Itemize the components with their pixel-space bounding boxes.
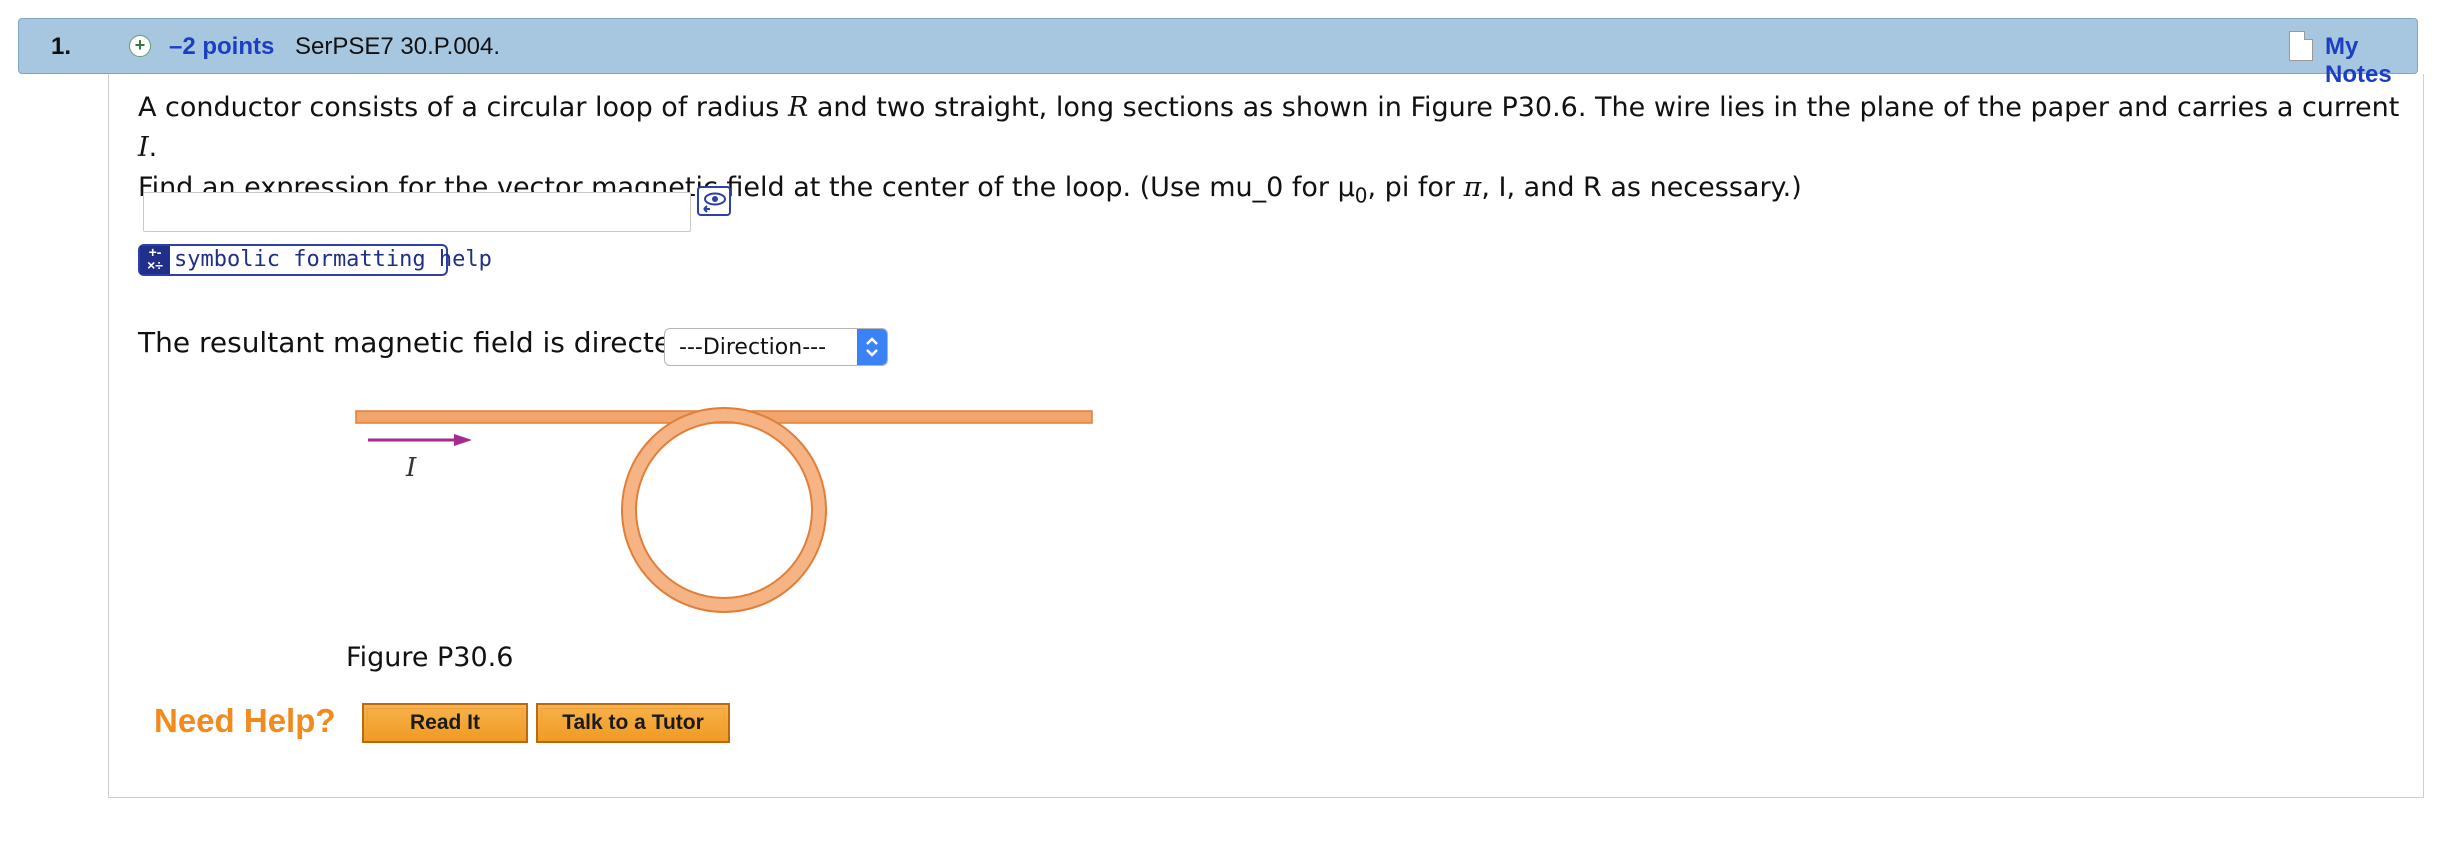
question-id: SerPSE7 30.P.004. bbox=[295, 33, 501, 60]
direction-selected-value: ---Direction--- bbox=[679, 335, 827, 360]
direction-select[interactable]: ---Direction--- bbox=[664, 328, 888, 366]
figure-p30-6: I bbox=[355, 407, 1093, 613]
plus-circle-icon[interactable]: + bbox=[129, 35, 151, 57]
current-arrow-head bbox=[454, 434, 472, 446]
points-link[interactable]: –2 points bbox=[169, 33, 274, 61]
select-arrows-icon bbox=[857, 329, 887, 365]
symbolic-format-icon: +- ×÷ bbox=[140, 245, 170, 274]
read-it-button[interactable]: Read It bbox=[362, 703, 528, 743]
current-label: I bbox=[405, 453, 417, 483]
question-header: 1. + –2 points SerPSE7 30.P.004. My Note… bbox=[18, 18, 2418, 88]
need-help-label: Need Help? bbox=[154, 702, 336, 739]
symbolic-formatting-help-button[interactable]: +- ×÷ symbolic formatting help bbox=[138, 244, 492, 276]
symbolic-help-label: symbolic formatting help bbox=[174, 247, 492, 272]
figure-caption: Figure P30.6 bbox=[346, 642, 514, 673]
direction-prompt: The resultant magnetic field is directed bbox=[138, 326, 689, 359]
talk-to-tutor-button[interactable]: Talk to a Tutor bbox=[536, 703, 730, 743]
notes-page-icon[interactable] bbox=[2289, 31, 2313, 61]
question-line-1: A conductor consists of a circular loop … bbox=[138, 92, 2400, 163]
eye-preview-icon[interactable] bbox=[697, 186, 731, 216]
answer-input[interactable] bbox=[143, 192, 691, 232]
question-number: 1. bbox=[51, 33, 72, 60]
circular-loop bbox=[623, 409, 825, 611]
